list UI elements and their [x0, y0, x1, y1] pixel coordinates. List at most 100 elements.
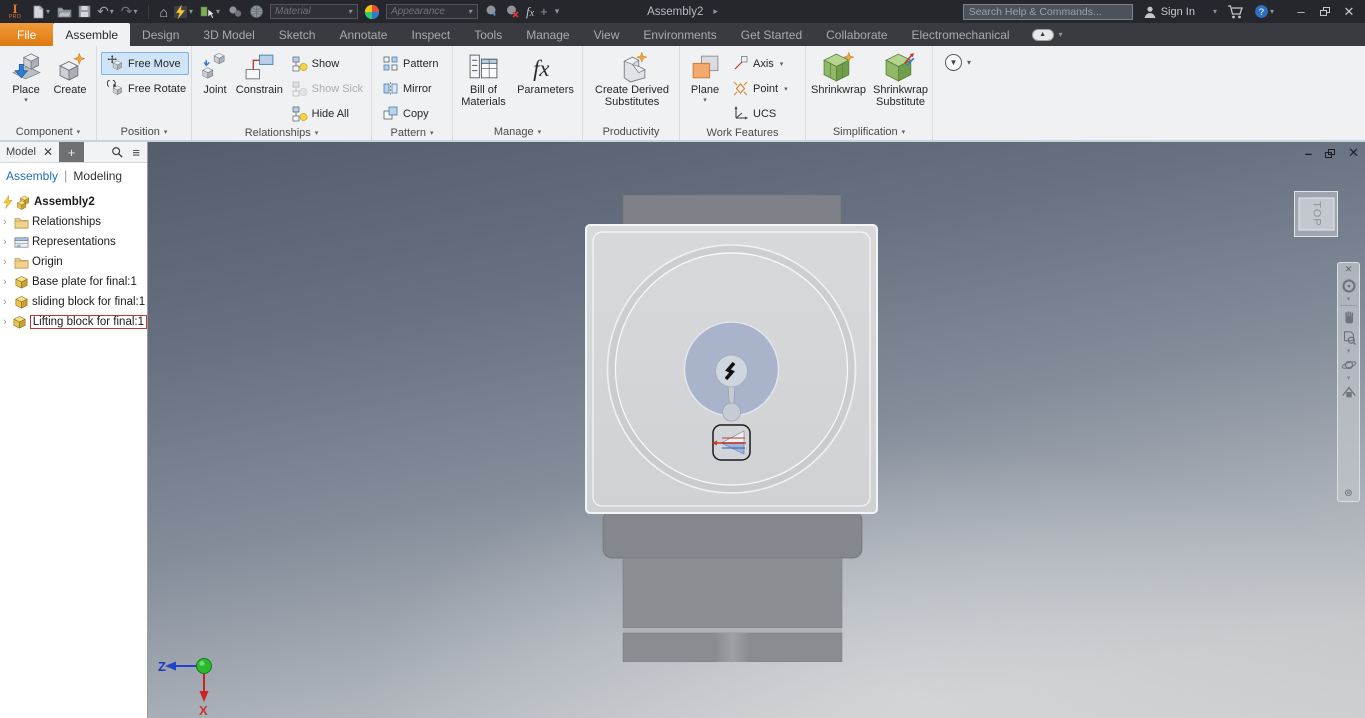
navigation-wheel-icon[interactable]	[1341, 278, 1357, 294]
open-button[interactable]	[57, 0, 72, 23]
base-block-upper[interactable]	[602, 510, 863, 559]
tab-3d-model[interactable]: 3D Model	[191, 23, 266, 46]
dropdown-caret[interactable]: ▾	[110, 7, 114, 16]
redo-button[interactable]: ↷ ▾	[121, 0, 139, 23]
dropdown-caret[interactable]: ▾	[967, 58, 971, 67]
add-browser-tab-button[interactable]: +	[59, 142, 85, 162]
adjust-appearance-button[interactable]	[484, 0, 499, 23]
help-icon[interactable]: ?	[1254, 4, 1269, 19]
shrinkwrap-substitute-button[interactable]: Shrinkwrap Substitute	[871, 48, 930, 123]
customize-toolbar-button[interactable]: ▾	[554, 0, 561, 23]
panel-overflow-button[interactable]: ▼	[945, 54, 962, 71]
tab-tools[interactable]: Tools	[462, 23, 514, 46]
expander-icon[interactable]: ›	[3, 296, 11, 308]
tab-get-started[interactable]: Get Started	[729, 23, 814, 46]
ucs-button[interactable]: UCS	[726, 102, 794, 125]
navbar-close-icon[interactable]: ✕	[1345, 263, 1353, 276]
shrinkwrap-button[interactable]: Shrinkwrap	[810, 48, 867, 123]
undo-button[interactable]: ↶ ▾	[97, 0, 115, 23]
expander-icon[interactable]: ›	[3, 216, 11, 228]
orbit-icon[interactable]	[1341, 357, 1357, 373]
doc-restore-button[interactable]	[1325, 146, 1336, 161]
dropdown-caret[interactable]: ▾	[1347, 296, 1351, 303]
window-minimize-button[interactable]: –	[1289, 4, 1313, 19]
expander-icon[interactable]: ›	[3, 236, 11, 248]
tab-annotate[interactable]: Annotate	[327, 23, 399, 46]
base-cylinder[interactable]	[717, 633, 748, 662]
expander-icon[interactable]: ›	[3, 276, 11, 288]
close-icon[interactable]: ✕	[43, 145, 53, 159]
bill-of-materials-button[interactable]: Bill of Materials	[460, 48, 508, 123]
home-button[interactable]: ⌂	[160, 0, 168, 23]
mirror-button[interactable]: Mirror	[376, 77, 444, 100]
sliding-block-top[interactable]	[622, 195, 842, 228]
dropdown-caret[interactable]: ▾	[784, 85, 788, 93]
tab-design[interactable]: Design	[130, 23, 191, 46]
window-close-button[interactable]: ✕	[1337, 4, 1361, 20]
tree-row-origin[interactable]: › Origin	[0, 252, 147, 272]
constraint-flag[interactable]	[712, 424, 751, 461]
panel-label-position[interactable]: Position ▾	[97, 123, 191, 140]
appearance-spheres-button[interactable]	[227, 0, 243, 23]
dropdown-caret[interactable]: ▾	[216, 7, 220, 16]
tree-row-sliding-block[interactable]: › sliding block for final:1	[0, 292, 147, 312]
title-arrow-icon[interactable]: ▸	[713, 6, 718, 17]
panel-label-component[interactable]: Component ▾	[0, 123, 96, 140]
joint-button[interactable]: Joint	[196, 48, 234, 125]
plane-button[interactable]: Plane ▾	[684, 48, 726, 125]
tab-environments[interactable]: Environments	[631, 23, 728, 46]
dropdown-caret[interactable]: ▾	[1059, 30, 1063, 39]
add-command-button[interactable]: +	[540, 0, 548, 23]
dropdown-caret[interactable]: ▾	[46, 7, 50, 16]
expander-icon[interactable]: ›	[3, 316, 9, 328]
tree-row-base-plate[interactable]: › Base plate for final:1	[0, 272, 147, 292]
dropdown-caret[interactable]: ▾	[189, 7, 193, 16]
look-at-icon[interactable]	[1341, 384, 1357, 400]
create-button[interactable]: Create	[48, 48, 92, 123]
zoom-icon[interactable]	[1341, 330, 1357, 346]
show-button[interactable]: Show	[285, 52, 369, 75]
appearance-dropdown[interactable]: Appearance ▾	[386, 4, 479, 19]
assembly-model[interactable]	[585, 195, 878, 662]
performance-button[interactable]: ▾	[173, 0, 194, 23]
base-block-mid[interactable]	[622, 557, 843, 629]
parameters-button[interactable]: Parameters	[514, 48, 578, 123]
tab-inspect[interactable]: Inspect	[399, 23, 462, 46]
point-button[interactable]: Point ▾	[726, 77, 794, 100]
tab-file[interactable]: File	[0, 23, 54, 46]
tab-electromechanical[interactable]: Electromechanical	[900, 23, 1022, 46]
tab-collaborate[interactable]: Collaborate	[814, 23, 899, 46]
sign-in-button[interactable]: Sign In	[1161, 6, 1195, 18]
panel-label-simplification[interactable]: Simplification ▾	[806, 123, 932, 140]
axis-button[interactable]: Axis ▾	[726, 52, 794, 75]
tree-row-representations[interactable]: › Representations	[0, 232, 147, 252]
expander-icon[interactable]: ›	[3, 256, 11, 268]
doc-minimize-button[interactable]: –	[1305, 146, 1312, 161]
dropdown-caret[interactable]: ▾	[1347, 375, 1351, 382]
viewcube-top-face[interactable]: TOP	[1298, 197, 1334, 231]
select-filter-button[interactable]: ▾	[200, 0, 221, 23]
pattern-button[interactable]: Pattern	[376, 52, 444, 75]
clear-appearance-button[interactable]	[505, 0, 520, 23]
tree-row-lifting-block[interactable]: › Lifting block for final:1	[0, 312, 147, 332]
dropdown-caret[interactable]: ▾	[1270, 7, 1274, 16]
search-icon[interactable]	[111, 146, 123, 158]
store-cart-icon[interactable]	[1227, 4, 1244, 19]
viewcube[interactable]: TOP	[1294, 191, 1338, 237]
panel-label-pattern[interactable]: Pattern ▾	[372, 125, 452, 140]
browser-tab-model[interactable]: Model ✕	[0, 142, 60, 162]
browser-menu-icon[interactable]: ≡	[132, 146, 140, 159]
mode-tab-modeling[interactable]: Modeling	[73, 169, 122, 183]
dropdown-caret[interactable]: ▾	[1213, 7, 1217, 16]
place-button[interactable]: Place ▾	[4, 48, 48, 123]
window-restore-button[interactable]	[1313, 4, 1337, 19]
new-file-button[interactable]: ▾	[32, 0, 51, 23]
create-derived-substitutes-button[interactable]: Create Derived Substitutes	[587, 48, 677, 123]
tab-sketch[interactable]: Sketch	[267, 23, 328, 46]
panel-label-productivity[interactable]: Productivity	[583, 123, 679, 140]
color-wheel-button[interactable]	[364, 0, 380, 23]
tree-row-relationships[interactable]: › Relationships	[0, 212, 147, 232]
mode-tab-assembly[interactable]: Assembly	[6, 169, 58, 183]
hide-all-button[interactable]: Hide All	[285, 102, 369, 125]
tab-manage[interactable]: Manage	[514, 23, 581, 46]
